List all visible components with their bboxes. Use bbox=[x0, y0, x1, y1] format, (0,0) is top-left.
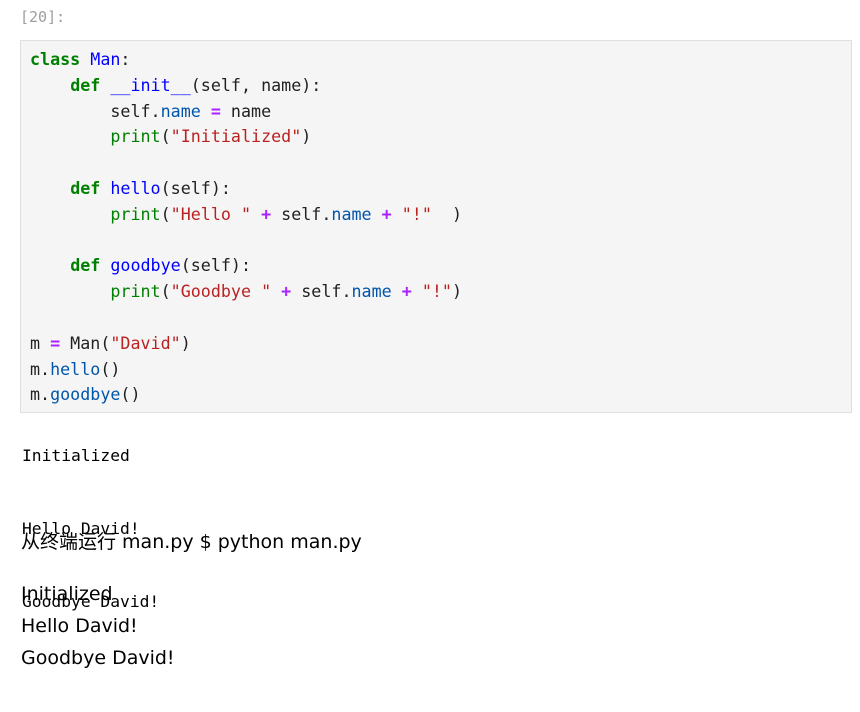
code-token: ) bbox=[180, 332, 191, 353]
markdown-output: Initialized Hello David! Goodbye David! bbox=[21, 579, 175, 674]
code-token: () bbox=[100, 358, 121, 379]
code-token: hello bbox=[50, 358, 101, 379]
markdown-instruction: 从终端运行 man.py $ python man.py bbox=[21, 531, 362, 553]
code-line: print("Goodbye " + self.name + "!") bbox=[30, 279, 462, 305]
code-token: "Initialized" bbox=[170, 126, 302, 147]
code-token: name bbox=[220, 100, 272, 121]
code-line: m = Man("David") bbox=[30, 331, 462, 357]
code-token: print bbox=[110, 203, 161, 224]
code-token: ) bbox=[301, 126, 312, 147]
code-token: print bbox=[110, 126, 161, 147]
markdown-output-line: Goodbye David! bbox=[21, 646, 175, 669]
code-token: ) bbox=[431, 203, 463, 224]
code-token: Man bbox=[90, 49, 121, 69]
code-token: m bbox=[30, 332, 51, 353]
code-token: hello bbox=[110, 177, 161, 198]
code-token: "Hello " bbox=[170, 203, 252, 224]
code-token: : bbox=[120, 49, 131, 69]
code-token: (self, name): bbox=[190, 74, 322, 95]
code-token: m. bbox=[30, 358, 51, 379]
code-token: __init__ bbox=[110, 74, 191, 95]
code-token: self. bbox=[271, 203, 332, 224]
cell-prompt: [20]: bbox=[20, 8, 66, 26]
code-token: + bbox=[381, 203, 392, 224]
code-token: ( bbox=[160, 126, 171, 147]
code-token: self. bbox=[291, 281, 352, 302]
code-token: name bbox=[331, 203, 372, 224]
code-token: (self): bbox=[160, 177, 231, 198]
code-token: goodbye bbox=[110, 255, 181, 276]
code-token: goodbye bbox=[50, 384, 121, 405]
code-token: + bbox=[281, 281, 292, 302]
code-token: print bbox=[110, 281, 161, 302]
code-token: def bbox=[70, 74, 101, 95]
code-token: def bbox=[70, 255, 101, 276]
code-token: "Goodbye " bbox=[170, 281, 272, 302]
code-token: def bbox=[70, 177, 101, 198]
code-token: = bbox=[50, 332, 61, 353]
code-token: "!" bbox=[401, 203, 432, 224]
code-line: class Man: bbox=[30, 47, 462, 73]
code-token: "David" bbox=[110, 332, 181, 353]
code-token: (self): bbox=[180, 255, 252, 276]
code-line: def __init__(self, name): bbox=[30, 73, 462, 99]
code-line: m.hello() bbox=[30, 357, 462, 383]
code-token: ) bbox=[451, 281, 463, 302]
code-line: print("Hello " + self.name + "!" ) bbox=[30, 202, 462, 228]
code-token: name bbox=[160, 100, 201, 121]
code-line: def goodbye(self): bbox=[30, 253, 462, 279]
code-token: name bbox=[351, 281, 392, 302]
code-editor[interactable]: class Man: def __init__(self, name): sel… bbox=[30, 47, 462, 408]
code-line: m.goodbye() bbox=[30, 382, 462, 408]
markdown-output-line: Initialized bbox=[21, 583, 113, 605]
code-line: self.name = name bbox=[30, 99, 462, 125]
markdown-output-line: Hello David! bbox=[21, 614, 138, 637]
code-line: print("Initialized") bbox=[30, 124, 462, 150]
code-cell[interactable]: class Man: def __init__(self, name): sel… bbox=[20, 40, 852, 413]
code-token: + bbox=[261, 203, 272, 224]
code-token: = bbox=[210, 100, 221, 121]
code-line: def hello(self): bbox=[30, 176, 462, 202]
code-token: Man( bbox=[60, 332, 111, 353]
code-token: class bbox=[30, 49, 81, 69]
code-token: self. bbox=[30, 100, 161, 121]
code-token: "!" bbox=[421, 281, 452, 302]
output-line: Initialized bbox=[22, 446, 130, 466]
code-token: ( bbox=[160, 281, 171, 302]
code-token: m. bbox=[30, 384, 51, 405]
code-token: () bbox=[120, 384, 141, 405]
code-token: ( bbox=[160, 203, 171, 224]
code-token: + bbox=[401, 281, 412, 302]
